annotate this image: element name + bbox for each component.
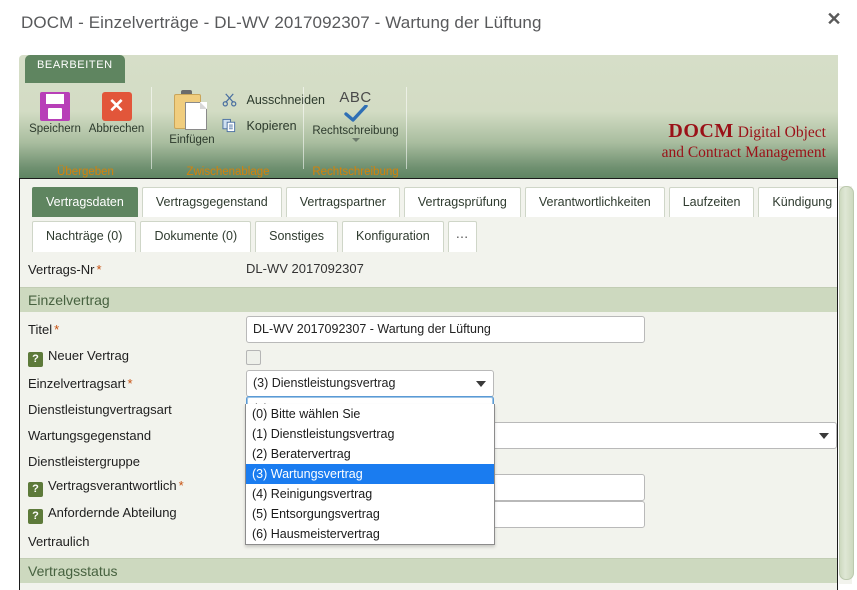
chevron-down-icon[interactable] bbox=[351, 138, 360, 142]
chevron-down-icon bbox=[819, 432, 829, 439]
field-row-vertragskonto: Vertragskonto* (1) Kreditor (2) Debitor bbox=[20, 585, 837, 590]
required-marker: * bbox=[178, 478, 184, 493]
ribbon-group-rechtschreibung: ABC Rechtschreibung Rechtschreibung bbox=[304, 82, 407, 180]
tab-verantwortlichkeiten[interactable]: Verantwortlichkeiten bbox=[524, 187, 665, 217]
label-vertragsverantwortlich: ? Vertragsverantwortlich * bbox=[20, 478, 246, 497]
tab-vertragsgegenstand[interactable]: Vertragsgegenstand bbox=[141, 187, 282, 217]
logo-line1: Digital Object bbox=[737, 124, 826, 141]
vertragsnr-value: DL-WV 2017092307 bbox=[246, 261, 364, 276]
dropdown-option-2[interactable]: (2) Beratervertrag bbox=[246, 444, 494, 464]
required-marker: * bbox=[96, 261, 102, 277]
dialog-window: DOCM - Einzelverträge - DL-WV 2017092307… bbox=[0, 0, 857, 590]
field-row-titel: Titel * DL-WV 2017092307 - Wartung der Lü… bbox=[20, 314, 837, 344]
help-icon[interactable]: ? bbox=[28, 482, 43, 497]
tab-row-primary: Vertragsdaten Vertragsgegenstand Vertrag… bbox=[28, 187, 837, 217]
tab-row-secondary: Nachträge (0) Dokumente (0) Sonstiges Ko… bbox=[28, 221, 837, 252]
dropdown-option-0[interactable]: (0) Bitte wählen Sie bbox=[246, 404, 494, 424]
help-icon[interactable]: ? bbox=[28, 351, 43, 367]
section-header-einzelvertrag: Einzelvertrag bbox=[20, 287, 837, 312]
neuer-vertrag-checkbox[interactable] bbox=[246, 349, 261, 365]
label-einzelvertragsart: Einzelvertragsart * bbox=[28, 375, 133, 391]
help-icon[interactable]: ? bbox=[28, 509, 43, 524]
page-title: DOCM - Einzelverträge - DL-WV 2017092307… bbox=[21, 13, 542, 32]
tab-bearbeiten[interactable]: BEARBEITEN bbox=[25, 55, 125, 83]
logo-brand: DOCM bbox=[668, 120, 734, 142]
tab-nachtraege[interactable]: Nachträge (0) bbox=[32, 221, 137, 252]
label-dienstleistungvertragsart: Dienstleistungvertragsart bbox=[28, 401, 172, 417]
tab-vertragsdaten[interactable]: Vertragsdaten bbox=[32, 187, 138, 217]
value-einzelvertragsart: (3) Dienstleistungsvertrag bbox=[246, 369, 837, 397]
required-marker: * bbox=[127, 375, 133, 391]
clipboard-paste-icon bbox=[172, 90, 212, 132]
label-vertraulich: Vertraulich bbox=[28, 533, 90, 549]
value-titel: DL-WV 2017092307 - Wartung der Lüftung bbox=[246, 315, 837, 343]
section-header-vertragsstatus: Vertragsstatus bbox=[20, 558, 837, 583]
logo-line2: and Contract Management bbox=[661, 144, 826, 161]
label-titel: Titel * bbox=[28, 321, 60, 337]
paste-button-label: Einfügen bbox=[169, 134, 215, 146]
dialog-titlebar: DOCM - Einzelverträge - DL-WV 2017092307… bbox=[0, 0, 857, 52]
value-vertragsnr: DL-WV 2017092307 bbox=[246, 260, 837, 278]
dropdown-option-5[interactable]: (5) Entsorgungsvertrag bbox=[246, 504, 494, 524]
tab-konfiguration[interactable]: Konfiguration bbox=[342, 221, 444, 252]
label-neuer-vertrag: ? Neuer Vertrag bbox=[20, 348, 246, 367]
cancel-x-icon: ✕ bbox=[101, 92, 132, 121]
abc-check-icon bbox=[343, 105, 368, 122]
cancel-button-label: Abbrechen bbox=[88, 123, 145, 135]
dropdown-option-3[interactable]: (3) Wartungsvertrag bbox=[246, 464, 494, 484]
ribbon-group-label-rechtschreibung: Rechtschreibung bbox=[312, 166, 399, 178]
field-row-neuer-vertrag: ? Neuer Vertrag bbox=[20, 344, 837, 370]
scissors-icon bbox=[222, 93, 237, 107]
ribbon-toolbar: BEARBEITEN Speichern ✕ Abbrechen Übergeb… bbox=[19, 55, 838, 180]
spellcheck-button[interactable]: ABC Rechtschreibung bbox=[304, 89, 407, 142]
titel-input[interactable]: DL-WV 2017092307 - Wartung der Lüftung bbox=[246, 315, 645, 343]
copy-pages-icon bbox=[222, 119, 236, 133]
dropdown-option-1[interactable]: (1) Dienstleistungsvertrag bbox=[246, 424, 494, 444]
close-icon[interactable]: ✕ bbox=[823, 8, 845, 30]
paste-button[interactable]: Einfügen bbox=[160, 90, 224, 146]
label-vertragsnr: Vertrags-Nr * bbox=[28, 261, 102, 277]
cancel-button[interactable]: ✕ Abbrechen bbox=[85, 92, 148, 135]
ribbon-group-zwischenablage: Einfügen Ausschneiden Kopieren Zwischena… bbox=[152, 82, 325, 180]
field-row-einzelvertragsart: Einzelvertragsart * (3) Dienstleistungsve… bbox=[20, 369, 837, 397]
chevron-down-icon bbox=[476, 380, 486, 387]
tab-bar: Vertragsdaten Vertragsgegenstand Vertrag… bbox=[20, 179, 837, 252]
tab-sonstiges[interactable]: Sonstiges bbox=[255, 221, 339, 252]
ribbon-group-uebergeben: Speichern ✕ Abbrechen Übergeben bbox=[19, 82, 152, 180]
ribbon-group-divider bbox=[406, 87, 407, 169]
abc-text-icon: ABC bbox=[339, 89, 372, 106]
label-anfordernde-abteilung: ? Anfordernde Abteilung bbox=[20, 505, 246, 524]
scrollbar-thumb[interactable] bbox=[839, 186, 854, 580]
tab-dokumente[interactable]: Dokumente (0) bbox=[140, 221, 252, 252]
tab-kuendigung[interactable]: Kündigung bbox=[758, 187, 837, 217]
ribbon-body: Speichern ✕ Abbrechen Übergeben Einfügen bbox=[19, 82, 838, 180]
tab-vertragspartner[interactable]: Vertragspartner bbox=[285, 187, 400, 217]
copy-button[interactable]: Kopieren bbox=[222, 118, 297, 133]
ribbon-group-label-zwischenablage: Zwischenablage bbox=[186, 166, 270, 178]
dropdown-option-6[interactable]: (6) Hausmeistervertrag bbox=[246, 524, 494, 544]
einzelvertragsart-select[interactable]: (3) Dienstleistungsvertrag bbox=[246, 369, 494, 397]
label-wartungsgegenstand: Wartungsgegenstand bbox=[28, 427, 152, 443]
copy-button-label: Kopieren bbox=[246, 118, 297, 133]
vertical-scrollbar[interactable] bbox=[839, 186, 854, 584]
dienstleistungvertragsart-dropdown-list[interactable]: (0) Bitte wählen Sie (1) Dienstleistungs… bbox=[245, 404, 495, 545]
docm-logo: DOCM Digital Object and Contract Managem… bbox=[566, 120, 826, 162]
tab-vertragspruefung[interactable]: Vertragsprüfung bbox=[403, 187, 521, 217]
tab-laufzeiten[interactable]: Laufzeiten bbox=[668, 187, 755, 217]
spellcheck-button-label: Rechtschreibung bbox=[312, 125, 399, 137]
dropdown-option-4[interactable]: (4) Reinigungsvertrag bbox=[246, 484, 494, 504]
einzelvertragsart-selected-value: (3) Dienstleistungsvertrag bbox=[253, 375, 396, 390]
field-row-vertragsnr: Vertrags-Nr * DL-WV 2017092307 bbox=[20, 255, 837, 283]
value-neuer-vertrag bbox=[246, 349, 837, 365]
floppy-disk-icon bbox=[40, 92, 70, 121]
save-button[interactable]: Speichern bbox=[25, 92, 85, 135]
label-dienstleistergruppe: Dienstleistergruppe bbox=[28, 453, 141, 469]
ribbon-group-label-uebergeben: Übergeben bbox=[57, 166, 114, 178]
save-button-label: Speichern bbox=[29, 123, 81, 135]
tab-overflow-more[interactable]: ⋯ bbox=[447, 221, 478, 252]
required-marker: * bbox=[54, 321, 60, 337]
